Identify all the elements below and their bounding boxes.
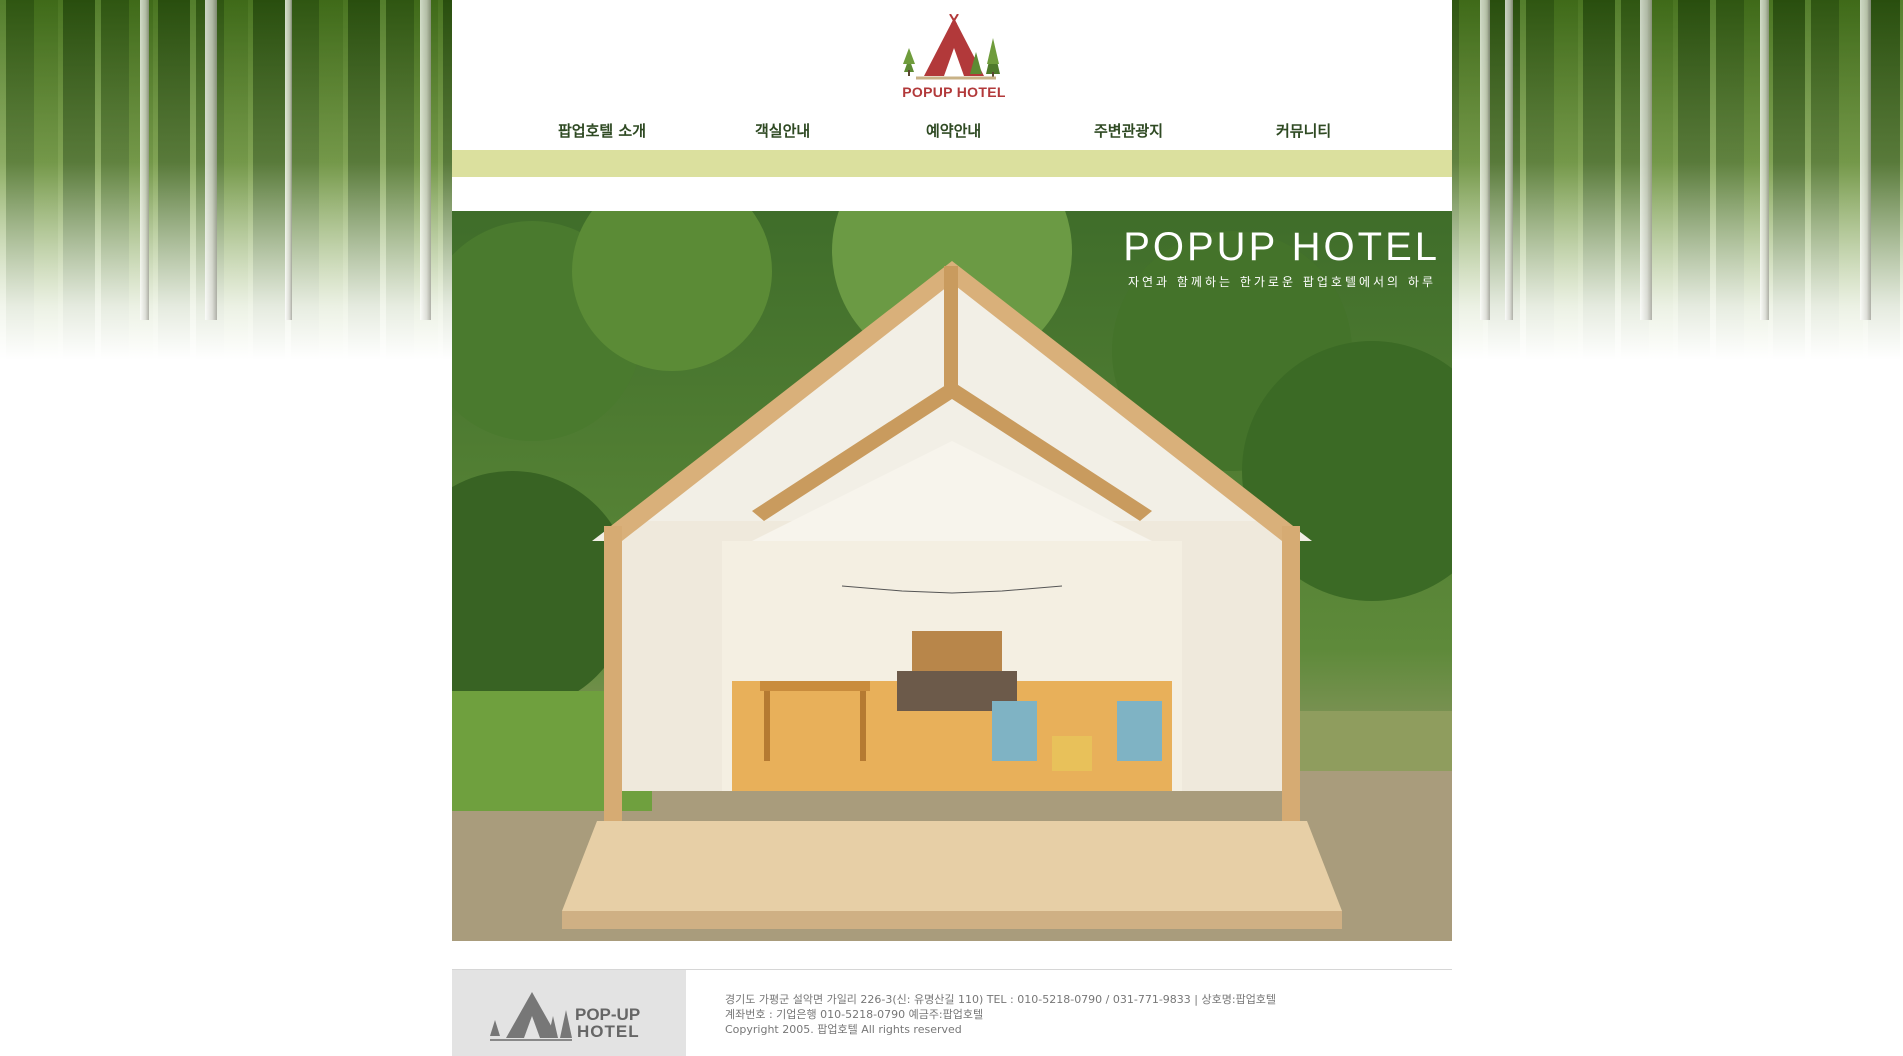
logo-text: POPUP HOTEL [902,84,1006,100]
tree-trunk [1860,0,1871,320]
footer-address: 경기도 가평군 설악면 가일리 226-3(신: 유명산길 110) TEL :… [725,993,1277,1006]
header: POPUP HOTEL 팝업호텔 소개 객실안내 예약안내 주변관광지 커뮤니티 [452,0,1452,150]
tent-illustration [452,211,1452,941]
hero-title: POPUP HOTEL [1123,225,1440,269]
teepee-logo-icon [903,13,1000,80]
tree-trunk [420,0,431,320]
nav-accent-bar [452,150,1452,177]
hero-subtitle: 자연과 함께하는 한가로운 팝업호텔에서의 하루 [1127,275,1436,289]
tree-trunk [1640,0,1652,320]
footer: POP-UP HOTEL 경기도 가평군 설악면 가일리 226-3(신: 유명… [452,969,1452,1056]
footer-logo-text: POP-UP HOTEL [575,1006,665,1040]
nav-item-about[interactable]: 팝업호텔 소개 [558,120,646,141]
page-container: POPUP HOTEL 팝업호텔 소개 객실안내 예약안내 주변관광지 커뮤니티 [452,0,1452,1056]
nav-item-rooms[interactable]: 객실안내 [755,120,810,141]
footer-account: 계좌번호 : 기업은행 010-5218-0790 예금주:팝업호텔 [725,1008,984,1021]
footer-teepee-icon [490,992,572,1041]
site-logo[interactable]: POPUP HOTEL [896,13,1012,100]
footer-logo: POP-UP HOTEL [452,970,686,1056]
footer-logo-line1: POP-UP [575,1005,641,1024]
tree-trunk [140,0,149,320]
tree-trunk [205,0,217,320]
footer-logo-line2: HOTEL [577,1022,640,1041]
nav-item-community[interactable]: 커뮤니티 [1276,120,1331,141]
tree-trunk [285,0,292,320]
footer-copyright: Copyright 2005. 팝업호텔 All rights reserved [725,1023,962,1036]
main-nav: 팝업호텔 소개 객실안내 예약안내 주변관광지 커뮤니티 [452,120,1452,148]
hero-image: POPUP HOTEL 자연과 함께하는 한가로운 팝업호텔에서의 하루 [452,211,1452,941]
tree-trunk [1505,0,1513,320]
nav-item-attractions[interactable]: 주변관광지 [1094,120,1163,141]
tree-trunk [1480,0,1490,320]
nav-item-reservation[interactable]: 예약안내 [926,120,981,141]
tree-trunk [1760,0,1769,320]
footer-info: 경기도 가평군 설악면 가일리 226-3(신: 유명산길 110) TEL :… [725,992,1425,1037]
